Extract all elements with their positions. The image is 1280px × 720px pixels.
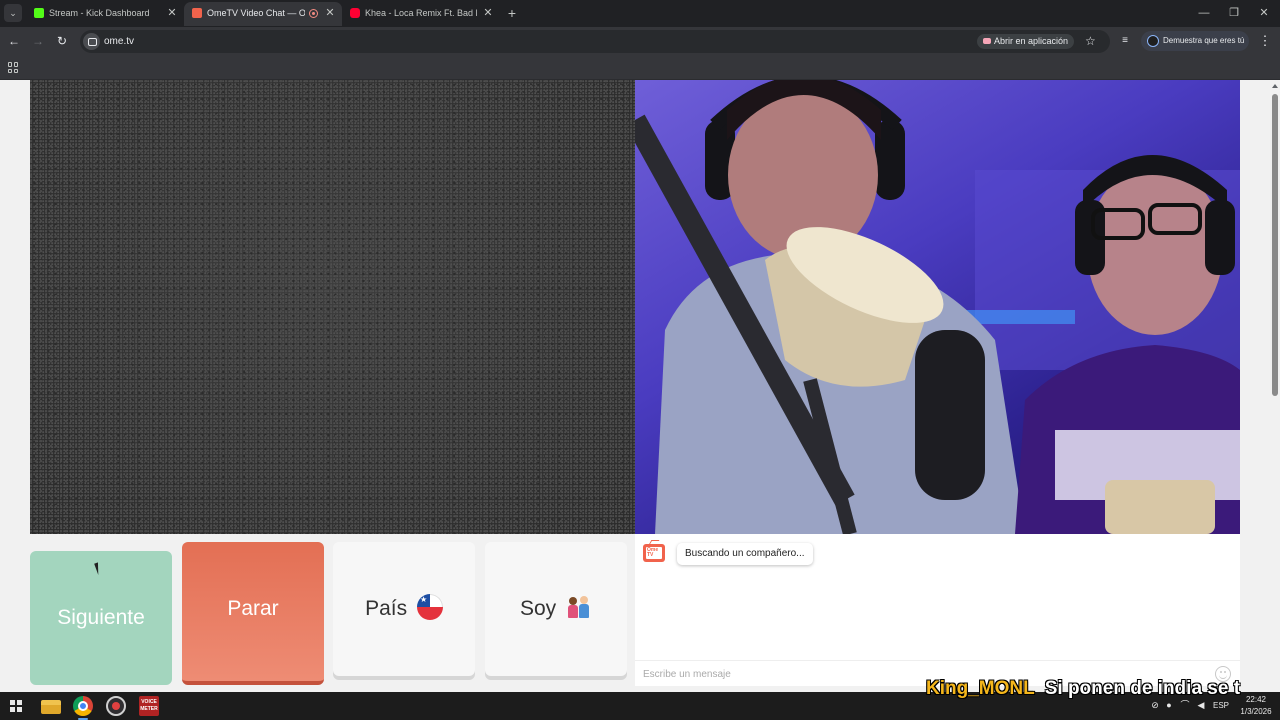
scroll-up-arrow-icon[interactable] bbox=[1272, 84, 1278, 88]
browser-toolbar: ← → ↻ ome.tv Abrir en aplicación ☆ ≡ Dem… bbox=[0, 27, 1280, 56]
country-button[interactable]: País ★ bbox=[333, 542, 475, 676]
tab-close-icon[interactable]: ✕ bbox=[324, 2, 336, 24]
tab-close-icon[interactable]: ✕ bbox=[166, 2, 178, 24]
network-status-icon[interactable]: ⊘ bbox=[1149, 699, 1161, 711]
tab-ometv[interactable]: OmeTV Video Chat — Omegle ✕ bbox=[184, 2, 342, 26]
profile-avatar-icon bbox=[1147, 35, 1159, 47]
chrome-icon[interactable] bbox=[73, 696, 93, 720]
tab-title: Stream - Kick Dashboard bbox=[49, 8, 150, 18]
restore-icon[interactable]: ❐ bbox=[1224, 5, 1244, 21]
window-close-icon[interactable]: ✕ bbox=[1254, 5, 1274, 21]
partner-video-scene bbox=[635, 80, 1240, 534]
recording-icon bbox=[309, 9, 318, 18]
gender-button[interactable]: Soy bbox=[485, 542, 627, 676]
kick-favicon-icon bbox=[34, 8, 44, 18]
tab-title: Khea - Loca Remix Ft. Bad Bunny bbox=[365, 8, 477, 18]
microphone-icon[interactable]: ● bbox=[1163, 699, 1175, 711]
new-tab-plus-icon[interactable]: + bbox=[505, 4, 519, 22]
tab-youtube-khea[interactable]: Khea - Loca Remix Ft. Bad Bunny ✕ bbox=[342, 2, 500, 26]
stop-button[interactable]: Parar bbox=[182, 542, 324, 685]
couple-icon bbox=[566, 595, 592, 619]
voicemeeter-icon[interactable]: VOICE METER bbox=[139, 696, 159, 716]
obs-icon[interactable] bbox=[106, 696, 126, 716]
ometv-favicon-icon bbox=[192, 8, 202, 18]
address-bar[interactable]: ome.tv Abrir en aplicación ☆ bbox=[80, 30, 1110, 53]
minimize-icon[interactable]: — bbox=[1194, 5, 1214, 21]
profile-chip[interactable]: Demuestra que eres tú bbox=[1141, 31, 1249, 51]
scrollbar-thumb[interactable] bbox=[1272, 94, 1278, 396]
overlay-message: Si ponen de india se t bbox=[1044, 678, 1241, 699]
bookmarks-bar bbox=[0, 56, 1280, 80]
ometv-logo-icon: Ome TV bbox=[643, 540, 665, 562]
tab-kick-dashboard[interactable]: Stream - Kick Dashboard ✕ bbox=[26, 2, 184, 26]
windows-start-icon[interactable] bbox=[10, 700, 22, 712]
file-explorer-icon[interactable] bbox=[41, 700, 61, 714]
youtube-favicon-icon bbox=[350, 8, 360, 18]
chile-flag-icon: ★ bbox=[416, 594, 443, 621]
reload-icon[interactable]: ↻ bbox=[53, 32, 71, 50]
clock-date: 1/3/2026 bbox=[1240, 707, 1272, 716]
url-text[interactable]: ome.tv bbox=[104, 30, 134, 53]
menu-kebab-icon[interactable]: ⋮ bbox=[1256, 32, 1274, 50]
chat-panel: Ome TV Buscando un compañero... bbox=[635, 534, 1240, 686]
forward-arrow-icon[interactable]: → bbox=[29, 32, 47, 50]
volume-icon[interactable]: ◀ bbox=[1195, 699, 1207, 711]
partner-video bbox=[635, 80, 1240, 534]
logo-text: Ome TV bbox=[647, 547, 659, 558]
stream-chat-overlay: King_MONL Si ponen de india se t bbox=[926, 678, 1240, 700]
tab-search-chevron-down-icon[interactable]: ⌄ bbox=[4, 4, 22, 22]
profile-chip-label: Demuestra que eres tú bbox=[1163, 36, 1245, 45]
ometv-page: Siguiente Parar País ★ Soy Ome TV Buscan… bbox=[0, 80, 1270, 692]
tab-title: OmeTV Video Chat — Omegle bbox=[207, 8, 305, 18]
tab-strip: ⌄ Stream - Kick Dashboard ✕ OmeTV Video … bbox=[0, 0, 1280, 27]
wifi-icon[interactable]: ⌒ bbox=[1179, 699, 1191, 711]
back-arrow-icon[interactable]: ← bbox=[5, 32, 23, 50]
open-in-app-button[interactable]: Abrir en aplicación bbox=[977, 34, 1075, 49]
site-info-video-icon[interactable] bbox=[83, 33, 100, 50]
media-controls-icon[interactable]: ≡ bbox=[1116, 32, 1134, 50]
overlay-username: King_MONL bbox=[926, 678, 1035, 699]
apps-grid-icon[interactable] bbox=[8, 62, 19, 73]
own-camera-video-static bbox=[30, 80, 635, 534]
gender-label: Soy bbox=[519, 597, 557, 620]
status-message-bubble: Buscando un compañero... bbox=[677, 543, 813, 565]
system-clock[interactable]: 22:42 1/3/2026 bbox=[1238, 694, 1274, 718]
clock-time: 22:42 bbox=[1245, 695, 1267, 704]
bookmark-star-icon[interactable]: ☆ bbox=[1085, 33, 1096, 50]
country-label: País bbox=[365, 597, 408, 620]
tab-close-icon[interactable]: ✕ bbox=[482, 2, 494, 24]
page-scrollbar[interactable] bbox=[1270, 80, 1280, 692]
